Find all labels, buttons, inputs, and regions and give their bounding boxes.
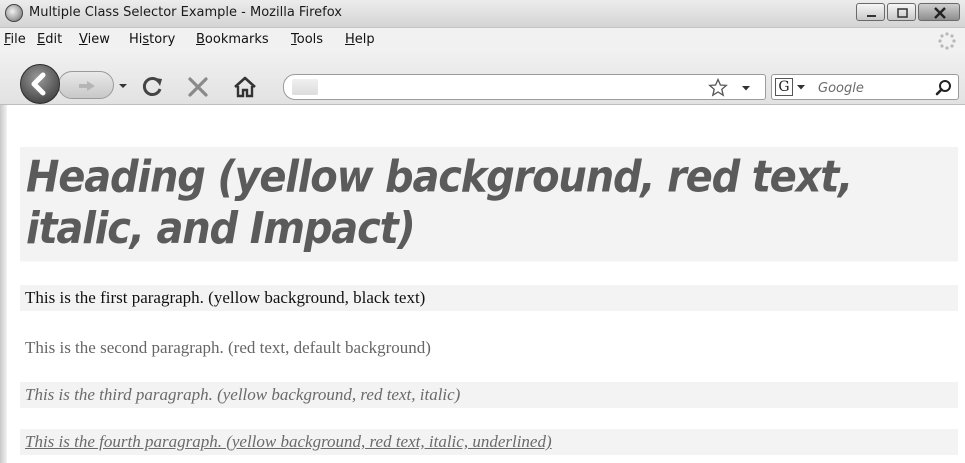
forward-arrow-icon [79, 81, 95, 91]
bookmark-star-icon[interactable] [708, 78, 728, 98]
throbber-icon [938, 32, 956, 50]
menu-bookmarks[interactable]: Bookmarks [196, 32, 269, 47]
close-button[interactable] [918, 3, 960, 21]
paragraph-second: This is the second paragraph. (red text,… [25, 338, 431, 357]
paragraph-third: This is the third paragraph. (yellow bac… [20, 382, 958, 408]
back-button[interactable] [20, 64, 60, 104]
page-heading: Heading (yellow background, red text, it… [20, 147, 958, 262]
url-input[interactable] [324, 77, 708, 99]
address-bar[interactable] [283, 74, 766, 100]
close-icon [934, 7, 946, 19]
url-dropdown-icon[interactable] [742, 86, 750, 91]
page-content: Heading (yellow background, red text, it… [0, 105, 965, 463]
history-dropdown-icon[interactable] [118, 82, 128, 90]
site-identity-icon[interactable] [292, 79, 318, 95]
title-bar: Multiple Class Selector Example - Mozill… [0, 0, 965, 28]
menu-view[interactable]: View [79, 32, 110, 47]
forward-button[interactable] [58, 71, 114, 99]
window-title: Multiple Class Selector Example - Mozill… [29, 5, 342, 20]
search-engine-icon[interactable]: G [775, 78, 793, 96]
search-icon[interactable] [935, 79, 953, 97]
paragraph-first: This is the first paragraph. (yellow bac… [20, 285, 958, 311]
paragraph-fourth: This is the fourth paragraph. (yellow ba… [20, 429, 958, 455]
maximize-button[interactable] [887, 3, 916, 21]
minimize-button[interactable] [856, 3, 885, 21]
engine-dropdown-icon[interactable] [797, 85, 805, 90]
menu-tools[interactable]: Tools [291, 32, 323, 47]
back-arrow-icon [31, 72, 46, 96]
reload-icon[interactable] [141, 74, 165, 98]
search-bar[interactable]: G [771, 74, 959, 100]
menu-file[interactable]: File [4, 32, 26, 47]
menu-bar: File Edit View History Bookmarks Tools H… [0, 28, 965, 52]
maximize-icon [897, 8, 908, 18]
search-input[interactable] [816, 78, 932, 98]
firefox-icon [5, 4, 23, 22]
minimize-icon [867, 15, 876, 17]
menu-edit[interactable]: Edit [37, 32, 62, 47]
window-left-edge [0, 105, 7, 463]
menu-help[interactable]: Help [345, 32, 375, 47]
stop-icon[interactable] [186, 75, 210, 99]
home-icon[interactable] [232, 75, 258, 99]
menu-history[interactable]: History [129, 32, 175, 47]
